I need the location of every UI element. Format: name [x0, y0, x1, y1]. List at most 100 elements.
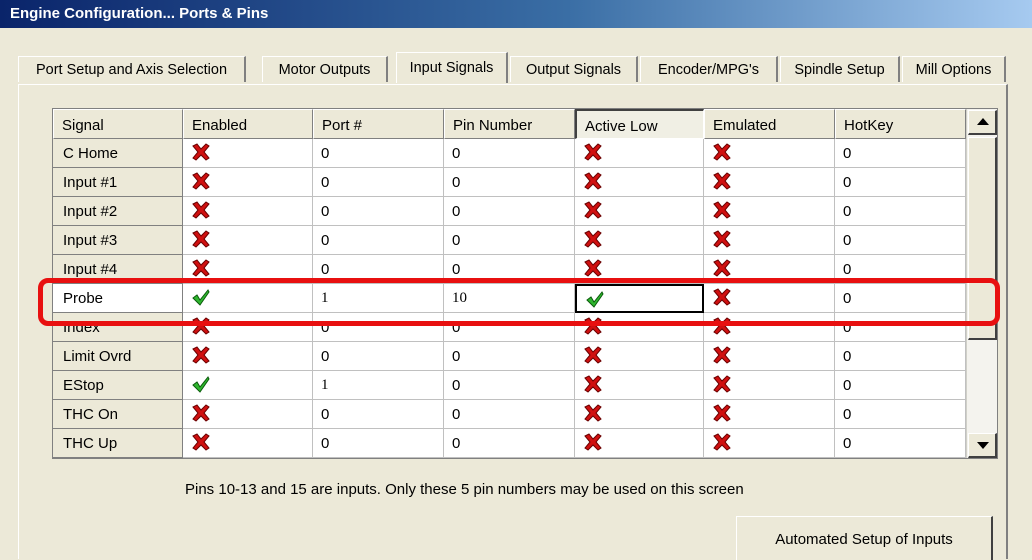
tab-input-signals[interactable]: Input Signals — [396, 52, 508, 83]
cell-pin[interactable]: 0 — [444, 371, 575, 400]
cell-enabled[interactable] — [183, 371, 313, 400]
column-header-hotkey[interactable]: HotKey — [835, 109, 966, 139]
cell-active-low[interactable] — [575, 313, 704, 342]
tab-spindle-setup[interactable]: Spindle Setup — [780, 56, 900, 82]
cell-port[interactable]: 0 — [313, 197, 444, 226]
cell-pin[interactable]: 0 — [444, 429, 575, 458]
cell-enabled[interactable] — [183, 255, 313, 284]
cell-hotkey[interactable]: 0 — [835, 255, 966, 284]
cell-pin[interactable]: 0 — [444, 255, 575, 284]
table-row-selected[interactable]: Probe 1 10 0 — [53, 284, 966, 313]
tab-motor-outputs[interactable]: Motor Outputs — [262, 56, 388, 82]
cell-signal[interactable]: Input #3 — [53, 226, 183, 255]
cell-emulated[interactable] — [704, 371, 835, 400]
cell-emulated[interactable] — [704, 284, 835, 313]
cell-enabled[interactable] — [183, 284, 313, 313]
tab-port-setup[interactable]: Port Setup and Axis Selection — [18, 56, 246, 82]
cell-port[interactable]: 0 — [313, 313, 444, 342]
cell-pin[interactable]: 0 — [444, 197, 575, 226]
cell-active-low[interactable] — [575, 429, 704, 458]
cell-active-low[interactable] — [575, 168, 704, 197]
cell-enabled[interactable] — [183, 400, 313, 429]
automated-setup-button[interactable]: Automated Setup of Inputs — [736, 516, 993, 560]
cell-enabled[interactable] — [183, 168, 313, 197]
column-header-pin[interactable]: Pin Number — [444, 109, 575, 139]
cell-hotkey[interactable]: 0 — [835, 197, 966, 226]
cell-active-low[interactable] — [575, 371, 704, 400]
cell-emulated[interactable] — [704, 313, 835, 342]
cell-signal[interactable]: Input #2 — [53, 197, 183, 226]
cell-enabled[interactable] — [183, 139, 313, 168]
table-row[interactable]: THC On 0 0 0 — [53, 400, 966, 429]
tab-output-signals[interactable]: Output Signals — [510, 56, 638, 82]
cell-pin[interactable]: 0 — [444, 226, 575, 255]
cell-pin[interactable]: 10 — [444, 284, 575, 313]
table-row[interactable]: THC Up 0 0 0 — [53, 429, 966, 458]
cell-hotkey[interactable]: 0 — [835, 400, 966, 429]
cell-hotkey[interactable]: 0 — [835, 371, 966, 400]
cell-signal[interactable]: Probe — [53, 284, 183, 313]
scroll-thumb[interactable] — [968, 137, 997, 340]
cell-emulated[interactable] — [704, 226, 835, 255]
cell-hotkey[interactable]: 0 — [835, 342, 966, 371]
cell-emulated[interactable] — [704, 342, 835, 371]
table-row[interactable]: C Home 0 0 0 — [53, 139, 966, 168]
cell-port[interactable]: 1 — [313, 371, 444, 400]
cell-active-low[interactable] — [575, 226, 704, 255]
cell-pin[interactable]: 0 — [444, 139, 575, 168]
cell-port[interactable]: 0 — [313, 139, 444, 168]
column-header-signal[interactable]: Signal — [53, 109, 183, 139]
cell-active-low[interactable] — [575, 284, 704, 313]
cell-enabled[interactable] — [183, 313, 313, 342]
cell-emulated[interactable] — [704, 400, 835, 429]
cell-port[interactable]: 1 — [313, 284, 444, 313]
cell-enabled[interactable] — [183, 342, 313, 371]
cell-port[interactable]: 0 — [313, 400, 444, 429]
table-row[interactable]: Input #3 0 0 0 — [53, 226, 966, 255]
cell-enabled[interactable] — [183, 226, 313, 255]
tab-encoder-mpg[interactable]: Encoder/MPG's — [640, 56, 778, 82]
scroll-down-button[interactable] — [968, 433, 997, 458]
table-row[interactable]: Input #4 0 0 0 — [53, 255, 966, 284]
cell-signal[interactable]: Limit Ovrd — [53, 342, 183, 371]
cell-port[interactable]: 0 — [313, 168, 444, 197]
cell-hotkey[interactable]: 0 — [835, 429, 966, 458]
cell-signal[interactable]: Input #4 — [53, 255, 183, 284]
table-row[interactable]: Input #1 0 0 0 — [53, 168, 966, 197]
cell-pin[interactable]: 0 — [444, 168, 575, 197]
column-header-emulated[interactable]: Emulated — [704, 109, 835, 139]
vertical-scrollbar[interactable] — [966, 109, 997, 458]
cell-pin[interactable]: 0 — [444, 342, 575, 371]
cell-signal[interactable]: C Home — [53, 139, 183, 168]
table-row[interactable]: Limit Ovrd 0 0 0 — [53, 342, 966, 371]
cell-port[interactable]: 0 — [313, 429, 444, 458]
cell-hotkey[interactable]: 0 — [835, 139, 966, 168]
cell-active-low[interactable] — [575, 255, 704, 284]
tab-mill-options[interactable]: Mill Options — [902, 56, 1006, 82]
cell-signal[interactable]: THC Up — [53, 429, 183, 458]
cell-signal[interactable]: EStop — [53, 371, 183, 400]
cell-hotkey[interactable]: 0 — [835, 313, 966, 342]
cell-pin[interactable]: 0 — [444, 313, 575, 342]
cell-emulated[interactable] — [704, 139, 835, 168]
scroll-up-button[interactable] — [968, 110, 997, 135]
cell-signal[interactable]: Input #1 — [53, 168, 183, 197]
column-header-active-low[interactable]: Active Low — [575, 109, 704, 139]
cell-emulated[interactable] — [704, 197, 835, 226]
cell-emulated[interactable] — [704, 429, 835, 458]
cell-hotkey[interactable]: 0 — [835, 284, 966, 313]
cell-emulated[interactable] — [704, 168, 835, 197]
cell-active-low[interactable] — [575, 139, 704, 168]
cell-hotkey[interactable]: 0 — [835, 168, 966, 197]
cell-signal[interactable]: Index — [53, 313, 183, 342]
cell-enabled[interactable] — [183, 197, 313, 226]
column-header-enabled[interactable]: Enabled — [183, 109, 313, 139]
table-row[interactable]: Index 0 0 0 — [53, 313, 966, 342]
cell-hotkey[interactable]: 0 — [835, 226, 966, 255]
cell-enabled[interactable] — [183, 429, 313, 458]
cell-emulated[interactable] — [704, 255, 835, 284]
table-row[interactable]: EStop 1 0 0 — [53, 371, 966, 400]
cell-signal[interactable]: THC On — [53, 400, 183, 429]
cell-port[interactable]: 0 — [313, 342, 444, 371]
cell-pin[interactable]: 0 — [444, 400, 575, 429]
